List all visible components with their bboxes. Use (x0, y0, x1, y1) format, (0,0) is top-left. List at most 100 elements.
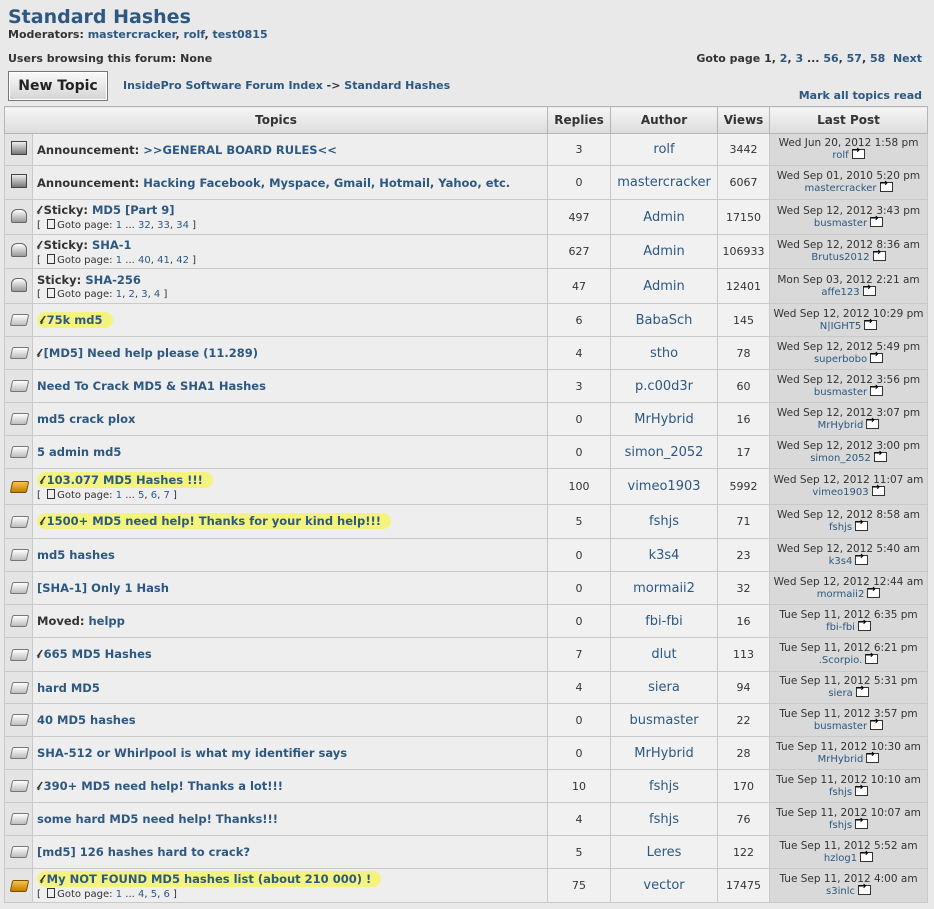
topic-page-link[interactable]: 1 (116, 255, 122, 266)
topic-page-link[interactable]: 33 (157, 220, 170, 231)
topic-page-link[interactable]: 7 (163, 490, 169, 501)
author-link[interactable]: Admin (643, 210, 684, 225)
author-link[interactable]: rolf (653, 142, 674, 157)
topic-page-link[interactable]: 1 (116, 490, 122, 501)
author-link[interactable]: vimeo1903 (628, 479, 701, 494)
last-post-author-link[interactable]: fbi-fbi (826, 622, 855, 633)
topic-page-link[interactable]: 6 (151, 490, 157, 501)
topic-title-link[interactable]: 1500+ MD5 need help! Thanks for your kin… (47, 514, 381, 528)
last-post-author-link[interactable]: siera (828, 688, 852, 699)
topic-page-link[interactable]: 5 (151, 889, 157, 900)
last-post-author-link[interactable]: s3inlc (826, 886, 855, 897)
topic-title-link[interactable]: some hard MD5 need help! Thanks!!! (37, 812, 278, 826)
topic-title-link[interactable]: My NOT FOUND MD5 hashes list (about 210 … (47, 872, 372, 886)
topic-page-link[interactable]: 41 (157, 255, 170, 266)
author-link[interactable]: MrHybrid (634, 746, 694, 761)
view-latest-post-icon[interactable] (858, 881, 871, 895)
view-latest-post-icon[interactable] (862, 282, 876, 296)
topic-page-link[interactable]: 2 (128, 289, 134, 300)
mark-all-read-link[interactable]: Mark all topics read (799, 89, 922, 102)
author-link[interactable]: Admin (643, 279, 684, 294)
moderator-link[interactable]: rolf (184, 28, 205, 41)
author-link[interactable]: fshjs (649, 514, 679, 529)
view-latest-post-icon[interactable] (866, 415, 880, 429)
topic-page-link[interactable]: 1 (116, 289, 122, 300)
view-latest-post-icon[interactable] (855, 517, 869, 531)
topic-title-link[interactable]: 390+ MD5 need help! Thanks a lot!!! (44, 779, 283, 793)
last-post-author-link[interactable]: hzlog1 (824, 853, 857, 864)
topic-title-link[interactable]: Hacking Facebook, Myspace, Gmail, Hotmai… (143, 176, 510, 190)
topic-title-link[interactable]: [MD5] Need help please (11.289) (44, 346, 258, 360)
last-post-author-link[interactable]: .Scorpio. (819, 655, 863, 666)
last-post-author-link[interactable]: affe123 (821, 287, 859, 298)
view-latest-post-icon[interactable] (867, 584, 881, 598)
topic-page-link[interactable]: 5 (138, 490, 144, 501)
topic-page-link[interactable]: 6 (163, 889, 169, 900)
author-link[interactable]: p.c00d3r (635, 379, 693, 394)
last-post-author-link[interactable]: fshjs (829, 787, 852, 798)
topic-page-link[interactable]: 4 (138, 889, 144, 900)
author-link[interactable]: Leres (647, 845, 682, 860)
topic-page-link[interactable]: 42 (176, 255, 189, 266)
goto-page-link[interactable]: 57 (847, 52, 862, 65)
view-latest-post-icon[interactable] (857, 617, 871, 631)
goto-page-link[interactable]: 56 (823, 52, 838, 65)
author-link[interactable]: BabaSch (636, 313, 693, 328)
topic-title-link[interactable]: 103.077 MD5 Hashes !!! (47, 473, 203, 487)
last-post-author-link[interactable]: MrHybrid (818, 420, 864, 431)
last-post-author-link[interactable]: superbobo (814, 354, 867, 365)
view-latest-post-icon[interactable] (855, 683, 869, 697)
topic-title-link[interactable]: 40 MD5 hashes (37, 713, 136, 727)
topic-title-link[interactable]: SHA-256 (85, 273, 141, 287)
view-latest-post-icon[interactable] (870, 382, 884, 396)
author-link[interactable]: k3s4 (649, 548, 680, 563)
goto-page-link[interactable]: 58 (870, 52, 885, 65)
topic-title-link[interactable]: MD5 [Part 9] (92, 203, 175, 217)
author-link[interactable]: mormaii2 (633, 581, 695, 596)
view-latest-post-icon[interactable] (866, 749, 880, 763)
topic-title-link[interactable]: SHA-1 (92, 238, 132, 252)
topic-title-link[interactable]: md5 hashes (37, 548, 115, 562)
new-topic-button[interactable]: New Topic (8, 71, 108, 101)
last-post-author-link[interactable]: MrHybrid (818, 754, 864, 765)
view-latest-post-icon[interactable] (855, 782, 869, 796)
topic-title-link[interactable]: 5 admin md5 (37, 445, 121, 459)
author-link[interactable]: busmaster (629, 713, 698, 728)
last-post-author-link[interactable]: Brutus2012 (811, 252, 869, 263)
author-link[interactable]: simon_2052 (625, 445, 704, 460)
topic-title-link[interactable]: Need To Crack MD5 & SHA1 Hashes (37, 379, 266, 393)
topic-page-link[interactable]: 4 (154, 289, 160, 300)
topic-title-link[interactable]: hard MD5 (37, 681, 100, 695)
topic-title-link[interactable]: [md5] 126 hashes hard to crack? (37, 845, 250, 859)
next-page-link[interactable]: Next (893, 52, 922, 65)
view-latest-post-icon[interactable] (870, 716, 884, 730)
breadcrumb-current[interactable]: Standard Hashes (344, 79, 450, 92)
topic-page-link[interactable]: 1 (116, 889, 122, 900)
topic-title-link[interactable]: md5 crack plox (37, 412, 135, 426)
view-latest-post-icon[interactable] (871, 482, 885, 496)
author-link[interactable]: stho (650, 346, 678, 361)
last-post-author-link[interactable]: fshjs (829, 522, 852, 533)
last-post-author-link[interactable]: mastercracker (805, 183, 877, 194)
view-latest-post-icon[interactable] (851, 145, 865, 159)
last-post-author-link[interactable]: busmaster (814, 387, 867, 398)
author-link[interactable]: Admin (643, 244, 684, 259)
topic-page-link[interactable]: 1 (116, 220, 122, 231)
goto-page-link[interactable]: 2 (780, 52, 788, 65)
author-link[interactable]: fbi-fbi (645, 614, 683, 629)
topic-title-link[interactable]: >>GENERAL BOARD RULES<< (143, 143, 337, 157)
topic-page-link[interactable]: 3 (141, 289, 147, 300)
author-link[interactable]: fshjs (649, 779, 679, 794)
topic-title-link[interactable]: helpp (89, 614, 125, 628)
author-link[interactable]: siera (648, 680, 680, 695)
view-latest-post-icon[interactable] (855, 815, 869, 829)
view-latest-post-icon[interactable] (864, 316, 878, 330)
last-post-author-link[interactable]: simon_2052 (810, 453, 871, 464)
view-latest-post-icon[interactable] (879, 178, 893, 192)
last-post-author-link[interactable]: busmaster (814, 721, 867, 732)
author-link[interactable]: fshjs (649, 812, 679, 827)
author-link[interactable]: MrHybrid (634, 412, 694, 427)
view-latest-post-icon[interactable] (872, 247, 886, 261)
last-post-author-link[interactable]: fshjs (829, 820, 852, 831)
last-post-author-link[interactable]: busmaster (814, 218, 867, 229)
